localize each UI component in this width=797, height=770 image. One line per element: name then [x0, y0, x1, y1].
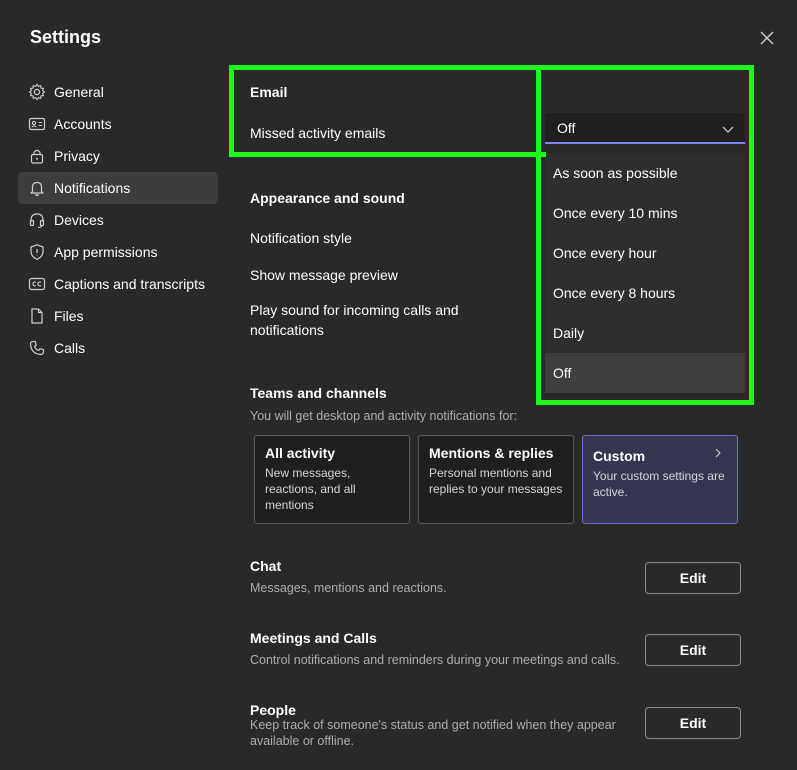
- close-icon[interactable]: [757, 28, 777, 48]
- dropdown-value: Off: [557, 119, 576, 136]
- id-card-icon: [28, 115, 46, 133]
- missed-activity-options-list: As soon as possible Once every 10 mins O…: [545, 153, 745, 393]
- message-preview-label: Show message preview: [250, 267, 398, 283]
- meetings-edit-button[interactable]: Edit: [645, 634, 741, 666]
- sidebar-item-label: Captions and transcripts: [54, 276, 205, 292]
- all-activity-card[interactable]: All activity New messages, reactions, an…: [254, 435, 410, 524]
- sidebar-item-label: Accounts: [54, 116, 112, 132]
- mentions-replies-card[interactable]: Mentions & replies Personal mentions and…: [418, 435, 574, 524]
- card-description: Personal mentions and replies to your me…: [429, 466, 563, 496]
- page-title: Settings: [30, 27, 102, 47]
- card-title: Mentions & replies: [429, 445, 554, 461]
- sidebar-item-files[interactable]: Files: [18, 300, 218, 332]
- sidebar-item-privacy[interactable]: Privacy: [18, 140, 218, 172]
- chat-section-subtitle: Messages, mentions and reactions.: [250, 581, 447, 595]
- sidebar-item-calls[interactable]: Calls: [18, 332, 218, 364]
- settings-sidebar: General Accounts Privacy Notifications D…: [18, 76, 218, 364]
- sidebar-item-label: Privacy: [54, 148, 100, 164]
- sidebar-item-label: General: [54, 84, 104, 100]
- lock-icon: [28, 147, 46, 165]
- sidebar-item-label: Notifications: [54, 180, 131, 196]
- sidebar-item-general[interactable]: General: [18, 76, 218, 108]
- people-section-title: People: [250, 702, 296, 718]
- people-section-subtitle-line2: available or offline.: [250, 734, 355, 748]
- people-section-subtitle-line1: Keep track of someone's status and get n…: [250, 718, 616, 732]
- cc-icon: [28, 275, 46, 293]
- meetings-section-subtitle: Control notifications and reminders duri…: [250, 653, 620, 667]
- highlight-joint: [536, 70, 546, 152]
- file-icon: [28, 307, 46, 325]
- card-description: New messages, reactions, and all mention…: [265, 466, 356, 512]
- sidebar-item-accounts[interactable]: Accounts: [18, 108, 218, 140]
- chevron-down-icon: [722, 126, 734, 133]
- card-title: Custom: [593, 448, 646, 464]
- highlight-outline-top: [229, 65, 546, 157]
- sidebar-item-notifications[interactable]: Notifications: [18, 172, 218, 204]
- sidebar-item-label: Devices: [54, 212, 104, 228]
- shield-icon: [28, 243, 46, 261]
- sidebar-item-devices[interactable]: Devices: [18, 204, 218, 236]
- missed-activity-label: Missed activity emails: [250, 125, 386, 141]
- card-description: Your custom settings are active.: [593, 469, 725, 499]
- appearance-section-title: Appearance and sound: [250, 190, 405, 206]
- option-daily[interactable]: Daily: [545, 313, 745, 353]
- option-every-10-mins[interactable]: Once every 10 mins: [545, 193, 745, 233]
- gear-icon: [28, 83, 46, 101]
- missed-activity-dropdown[interactable]: Off: [545, 113, 745, 144]
- chat-section-title: Chat: [250, 558, 282, 574]
- option-off[interactable]: Off: [545, 353, 745, 393]
- people-edit-button[interactable]: Edit: [645, 707, 741, 739]
- chevron-right-icon: [715, 448, 721, 458]
- teams-section-title: Teams and channels: [250, 385, 387, 401]
- sound-label-line1: Play sound for incoming calls and: [250, 302, 459, 318]
- sidebar-item-app-permissions[interactable]: App permissions: [18, 236, 218, 268]
- notification-style-label: Notification style: [250, 230, 352, 246]
- card-title: All activity: [265, 445, 336, 461]
- teams-section-subtitle: You will get desktop and activity notifi…: [250, 409, 518, 423]
- headset-icon: [28, 211, 46, 229]
- meetings-section-title: Meetings and Calls: [250, 630, 377, 646]
- sidebar-item-label: Calls: [54, 340, 86, 356]
- sound-label-line2: notifications: [250, 322, 324, 338]
- option-every-8-hours[interactable]: Once every 8 hours: [545, 273, 745, 313]
- sidebar-item-captions[interactable]: Captions and transcripts: [18, 268, 218, 300]
- sidebar-item-label: Files: [54, 308, 84, 324]
- option-every-hour[interactable]: Once every hour: [545, 233, 745, 273]
- chat-edit-button[interactable]: Edit: [645, 562, 741, 594]
- bell-icon: [28, 179, 46, 197]
- phone-icon: [28, 339, 46, 357]
- sidebar-item-label: App permissions: [54, 244, 158, 260]
- custom-card[interactable]: Custom Your custom settings are active.: [582, 435, 738, 524]
- option-as-soon-as-possible[interactable]: As soon as possible: [545, 153, 745, 193]
- email-section-title: Email: [250, 84, 288, 100]
